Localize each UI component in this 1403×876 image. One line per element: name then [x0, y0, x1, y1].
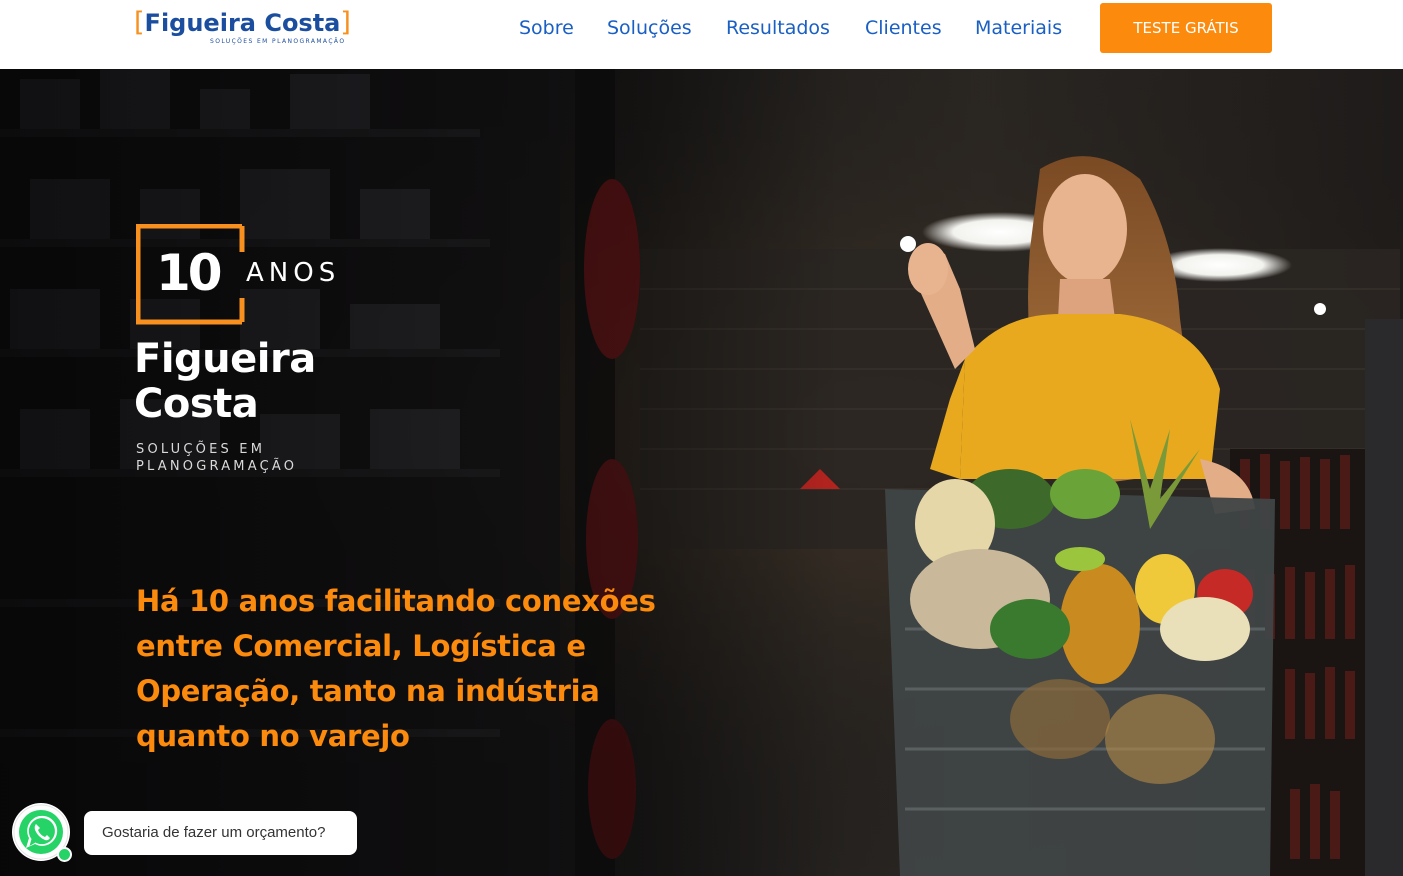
tagline-line-1: SOLUÇÕES EM [136, 442, 266, 457]
online-status-dot [57, 847, 72, 862]
badge-number: 10 [156, 244, 223, 302]
logo-subtitle: SOLUÇÕES EM PLANOGRAMAÇÃO [210, 38, 346, 45]
nav-sobre[interactable]: Sobre [519, 14, 574, 42]
brand-wordmark: Figueira Costa [134, 337, 316, 427]
site-logo[interactable]: [Figueira Costa] SOLUÇÕES EM PLANOGRAMAÇ… [134, 6, 374, 50]
headline-line-1: Há 10 anos facilitando conexões [136, 584, 656, 618]
nav-solucoes[interactable]: Soluções [607, 14, 692, 42]
logo-bracket-open: [ [134, 7, 145, 38]
tagline-line-2: PLANOGRAMAÇÃO [136, 459, 298, 474]
logo-bracket-close: ] [340, 7, 351, 38]
free-trial-button[interactable]: TESTE GRÁTIS [1100, 3, 1272, 53]
logo-wordmark: [Figueira Costa] [134, 6, 351, 40]
whatsapp-message-bubble[interactable]: Gostaria de fazer um orçamento? [84, 811, 357, 855]
hero-section: 10 ANOS Figueira Costa SOLUÇÕES EM PLANO… [0, 69, 1403, 876]
nav-clientes[interactable]: Clientes [865, 14, 942, 42]
wordmark-line-2: Costa [134, 381, 259, 427]
ten-years-badge: 10 ANOS [136, 224, 366, 326]
headline-line-3: Operação, tanto na indústria [136, 674, 600, 708]
site-header: [Figueira Costa] SOLUÇÕES EM PLANOGRAMAÇ… [0, 0, 1403, 69]
hero-headline: Há 10 anos facilitando conexões entre Co… [136, 579, 696, 759]
headline-line-4: quanto no varejo [136, 719, 410, 753]
brand-tagline: SOLUÇÕES EM PLANOGRAMAÇÃO [136, 441, 376, 475]
nav-materiais[interactable]: Materiais [975, 14, 1062, 42]
badge-word: ANOS [246, 258, 341, 288]
logo-name: Figueira Costa [144, 9, 341, 37]
wordmark-line-1: Figueira [134, 336, 316, 382]
nav-resultados[interactable]: Resultados [726, 14, 830, 42]
headline-line-2: entre Comercial, Logística e [136, 629, 586, 663]
